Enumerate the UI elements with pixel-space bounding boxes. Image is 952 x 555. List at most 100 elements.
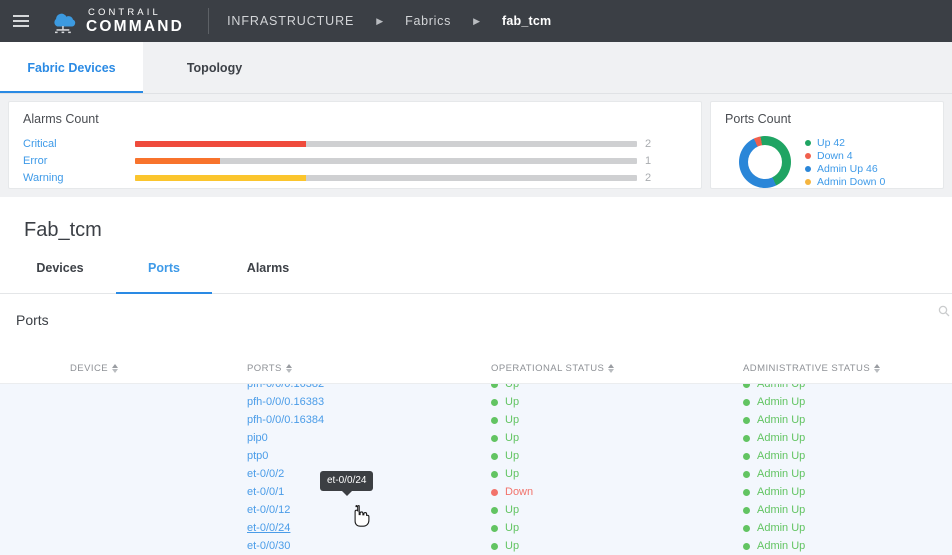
cell-administrative-status: Admin Up [743,432,952,444]
column-header-administrative-status[interactable]: ADMINISTRATIVE STATUS [743,363,952,374]
cell-ports: et-0/0/30 [247,540,491,552]
tab-ports[interactable]: Ports [112,261,216,294]
table-row[interactable]: et-0/0/24 Up Admin Up [0,519,952,537]
sort-toggle-icon[interactable] [285,364,292,373]
page-body: Fab_tcm Devices Ports Alarms Ports DEVIC… [0,197,952,555]
table-row[interactable]: pfh-0/0/0.16383 Up Admin Up [0,393,952,411]
sort-toggle-icon[interactable] [112,364,119,373]
ports-count-card: Ports Count Up 42 Down 4 Admin Up 46 Adm… [710,101,944,189]
cell-operational-status: Up [491,522,743,534]
cell-operational-status: Up [491,414,743,426]
sort-toggle-icon[interactable] [608,364,615,373]
status-dot [491,542,498,550]
status-label: Up [505,468,520,480]
alarm-count-warning: 2 [645,172,652,184]
status-label: Admin Up [757,396,806,408]
tab-topology[interactable]: Topology [143,42,286,93]
alarm-bar-fill [135,141,306,147]
cell-administrative-status: Admin Up [743,396,952,408]
port-link[interactable]: pfh-0/0/0.16382 [247,384,324,390]
tab-devices[interactable]: Devices [8,261,112,293]
breadcrumb-item-fabrics[interactable]: Fabrics [405,14,451,28]
alarm-bar-fill [135,175,306,181]
cell-operational-status: Up [491,432,743,444]
cell-operational-status: Up [491,540,743,552]
alarm-row-warning: Warning 2 [23,170,687,186]
table-row[interactable]: et-0/0/1 Down Admin Up [0,483,952,501]
legend-item-up[interactable]: Up 42 [805,137,885,149]
tab-alarms[interactable]: Alarms [216,261,320,293]
cell-operational-status: Up [491,504,743,516]
port-link[interactable]: pfh-0/0/0.16383 [247,396,324,408]
table-row[interactable]: et-0/0/30 Up Admin Up [0,537,952,555]
ports-count-donut-chart [739,136,791,188]
legend-label: Admin Down 0 [817,175,886,188]
port-link[interactable]: pip0 [247,432,268,444]
cell-administrative-status: Admin Up [743,486,952,498]
table-row[interactable]: pfh-0/0/0.16382 Up Admin Up [0,384,952,393]
sub-tab-bar: Devices Ports Alarms [0,261,952,294]
table-row[interactable]: pfh-0/0/0.16384 Up Admin Up [0,411,952,429]
table-row[interactable]: et-0/0/2 Up Admin Up [0,465,952,483]
column-header-ports[interactable]: PORTS [247,363,491,374]
status-dot [491,416,498,424]
port-link[interactable]: et-0/0/2 [247,468,284,480]
legend-dot [805,165,811,172]
cell-operational-status: Up [491,384,743,390]
ports-count-legend: Up 42 Down 4 Admin Up 46 Admin Down 0 [805,137,885,188]
table-section-label: Ports [16,312,49,328]
legend-label: Down 4 [817,149,853,162]
legend-item-down[interactable]: Down 4 [805,150,885,162]
table-row[interactable]: ptp0 Up Admin Up [0,447,952,465]
column-header-operational-status[interactable]: OPERATIONAL STATUS [491,363,743,374]
alarm-label-warning[interactable]: Warning [23,172,135,184]
legend-label: Up 42 [817,136,846,149]
port-link[interactable]: et-0/0/1 [247,486,284,498]
status-dot [491,452,498,460]
search-icon[interactable] [938,304,950,317]
cell-ports: pfh-0/0/0.16383 [247,396,491,408]
cell-administrative-status: Admin Up [743,504,952,516]
alarm-row-critical: Critical 2 [23,136,687,152]
status-dot [743,416,750,424]
legend-item-admin-down[interactable]: Admin Down 0 [805,176,885,188]
ports-table-rows[interactable]: pfh-0/0/0.16382 Up Admin Up pfh-0/0/0.16383… [0,384,952,555]
hamburger-menu-icon[interactable] [0,0,42,42]
legend-item-admin-up[interactable]: Admin Up 46 [805,163,885,175]
port-link[interactable]: et-0/0/12 [247,504,290,516]
status-dot [743,470,750,478]
cell-operational-status: Up [491,468,743,480]
breadcrumb-item-infrastructure[interactable]: INFRASTRUCTURE [227,14,354,28]
port-link[interactable]: pfh-0/0/0.16384 [247,414,324,426]
alarm-label-error[interactable]: Error [23,155,135,167]
status-dot [491,470,498,478]
legend-dot [805,178,811,185]
column-label: PORTS [247,363,282,374]
brand-logo[interactable]: CONTRAIL COMMAND [48,7,184,35]
table-row[interactable]: et-0/0/12 Up Admin Up [0,501,952,519]
status-label: Admin Up [757,450,806,462]
sort-toggle-icon[interactable] [874,364,881,373]
column-header-device[interactable]: DEVICE [0,363,247,374]
status-dot [743,506,750,514]
top-navigation-bar: CONTRAIL COMMAND INFRASTRUCTURE ▶ Fabric… [0,0,952,42]
status-dot [743,542,750,550]
alarms-count-card: Alarms Count Critical 2 Error 1 Warning … [8,101,702,189]
status-dot [491,384,498,388]
port-link[interactable]: ptp0 [247,450,268,462]
tab-fabric-devices[interactable]: Fabric Devices [0,42,143,93]
cell-ports: pip0 [247,432,491,444]
port-link-hovered[interactable]: et-0/0/24 [247,522,290,534]
status-label: Admin Up [757,504,806,516]
status-label: Admin Up [757,468,806,480]
alarm-label-critical[interactable]: Critical [23,138,135,150]
port-link[interactable]: et-0/0/30 [247,540,290,552]
cell-ports: et-0/0/12 [247,504,491,516]
breadcrumb-item-current: fab_tcm [501,14,552,28]
status-label: Up [505,540,520,552]
status-label: Up [505,504,520,516]
main-tab-bar: Fabric Devices Topology [0,42,952,94]
table-row[interactable]: pip0 Up Admin Up [0,429,952,447]
table-column-headers: DEVICE PORTS OPERATIONAL STATUS ADMINIST… [0,354,952,384]
column-label: DEVICE [70,363,109,374]
